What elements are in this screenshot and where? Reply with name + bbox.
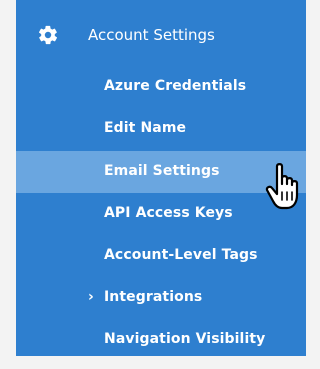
menu-item-label: Navigation Visibility — [104, 331, 266, 347]
menu-item-edit-name[interactable]: Edit Name — [16, 108, 306, 150]
menu-header-title: Account Settings — [88, 26, 215, 44]
menu-item-label: Integrations — [104, 289, 203, 305]
menu-item-azure-credentials[interactable]: Azure Credentials — [16, 66, 306, 108]
menu-item-label: Azure Credentials — [104, 78, 247, 94]
menu-item-label: Account-Level Tags — [104, 247, 258, 263]
menu-item-label: Edit Name — [104, 120, 187, 136]
gear-icon — [38, 25, 58, 45]
menu-item-label: Email Settings — [104, 163, 220, 179]
account-settings-header[interactable]: Account Settings — [16, 14, 306, 56]
menu-item-navigation-visibility[interactable]: Navigation Visibility — [16, 319, 306, 361]
menu-item-account-level-tags[interactable]: Account-Level Tags — [16, 235, 306, 277]
menu-item-integrations[interactable]: › Integrations — [16, 277, 306, 319]
page: Account Settings Azure Credentials Edit … — [0, 0, 319, 369]
hand-pointer-icon — [265, 163, 299, 210]
menu-item-label: API Access Keys — [104, 205, 233, 221]
chevron-right-icon: › — [88, 289, 94, 305]
